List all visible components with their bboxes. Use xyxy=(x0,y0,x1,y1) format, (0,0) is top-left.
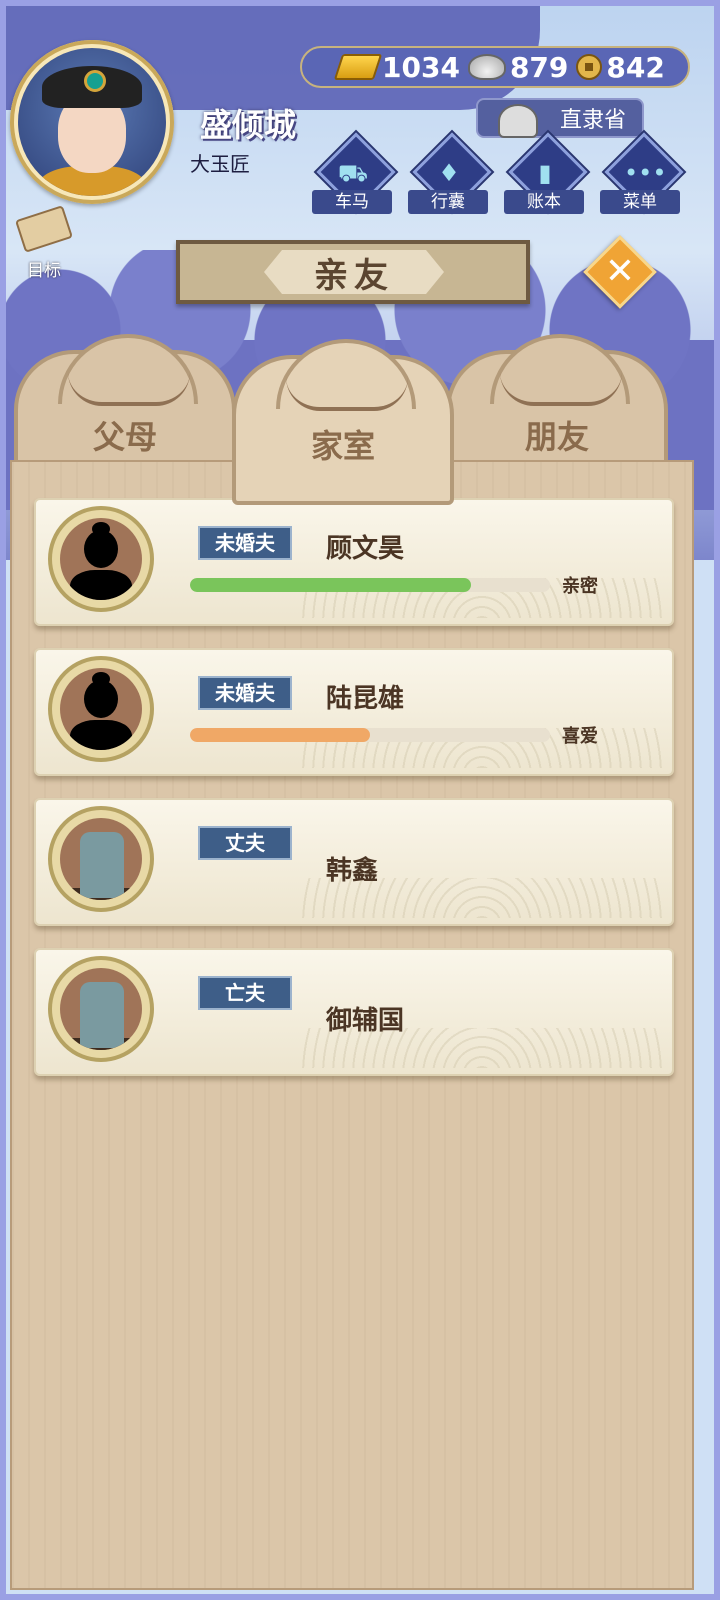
bag-button[interactable]: ♦ 行囊 xyxy=(408,132,492,218)
more-glyph: ••• xyxy=(624,159,667,187)
goal-button[interactable]: 目标 xyxy=(12,205,76,281)
relative-avatar xyxy=(48,656,154,762)
relative-avatar xyxy=(48,956,154,1062)
banner-plaque: 亲友 xyxy=(264,250,444,294)
silhouette-icon xyxy=(60,668,142,750)
relation-label: 亲密 xyxy=(562,576,598,597)
role-badge: 丈夫 xyxy=(198,826,292,860)
player-name: 盛倾城 xyxy=(200,106,297,144)
avatar-portrait xyxy=(18,48,166,196)
menu-label: 菜单 xyxy=(600,190,680,214)
relative-card[interactable]: 未婚夫 陆昆雄 喜爱 xyxy=(34,648,674,776)
silhouette-head xyxy=(84,530,118,568)
affection-bar-fill xyxy=(190,578,471,592)
gold-currency: 1034 xyxy=(333,50,460,84)
close-icon[interactable]: ✕ xyxy=(594,246,646,298)
coin-currency: 842 xyxy=(576,50,665,84)
ledger-label: 账本 xyxy=(504,190,584,214)
tomb-stone xyxy=(80,982,124,1048)
scroll-icon xyxy=(14,205,74,253)
province-button[interactable]: 直隶省 xyxy=(476,98,644,138)
cloud-scroll-icon xyxy=(500,372,622,406)
currency-bar: 1034 879 842 xyxy=(300,46,690,88)
affection-bar-fill xyxy=(190,728,370,742)
tab-parents-label: 父母 xyxy=(92,418,157,456)
relative-name: 御辅国 xyxy=(326,1006,405,1036)
relative-name: 顾文昊 xyxy=(326,534,405,564)
gold-value: 1034 xyxy=(382,50,460,84)
silver-currency: 879 xyxy=(467,50,569,84)
relative-card[interactable]: 未婚夫 顾文昊 亲密 xyxy=(34,498,674,626)
cloud-scroll-icon xyxy=(68,372,190,406)
bag-glyph: ♦ xyxy=(438,159,460,187)
silver-value: 879 xyxy=(509,50,569,84)
gold-ingot-icon xyxy=(333,54,383,80)
province-label: 直隶省 xyxy=(559,108,626,133)
relative-name: 韩鑫 xyxy=(326,856,379,886)
tab-household[interactable]: 家室 xyxy=(232,339,454,505)
role-badge: 未婚夫 xyxy=(198,526,292,560)
relation-label: 喜爱 xyxy=(562,726,598,747)
relatives-panel: 未婚夫 顾文昊 亲密 未婚夫 陆昆雄 喜爱 丈夫 韩鑫 亡夫 御辅国 xyxy=(10,460,694,1590)
role-badge: 亡夫 xyxy=(198,976,292,1010)
avatar-gem xyxy=(84,70,106,92)
affection-bar xyxy=(190,728,550,742)
copper-coin-icon xyxy=(576,54,603,80)
coin-value: 842 xyxy=(606,50,665,84)
goal-label: 目标 xyxy=(27,261,61,281)
tab-household-label: 家室 xyxy=(310,427,375,465)
player-title: 大玉匠 xyxy=(190,152,250,176)
page-title-banner: 亲友 xyxy=(176,240,530,304)
menu-button[interactable]: ••• 菜单 xyxy=(600,132,684,218)
official-hat-icon xyxy=(498,104,538,138)
carriage-button[interactable]: ⛟ 车马 xyxy=(312,132,396,218)
page-title: 亲友 xyxy=(314,255,394,296)
ledger-glyph: ▮ xyxy=(538,159,552,187)
player-avatar[interactable] xyxy=(10,40,174,204)
silhouette-icon xyxy=(60,518,142,600)
bag-label: 行囊 xyxy=(408,190,488,214)
carriage-glyph: ⛟ xyxy=(337,159,369,187)
relative-card[interactable]: 丈夫 韩鑫 xyxy=(34,798,674,926)
carriage-label: 车马 xyxy=(312,190,392,214)
affection-bar xyxy=(190,578,550,592)
silhouette-head xyxy=(84,680,118,718)
tombstone-icon xyxy=(60,968,142,1050)
menu-row: ⛟ 车马 ♦ 行囊 ▮ 账本 ••• 菜单 xyxy=(312,132,692,218)
cloud-scroll-icon xyxy=(286,377,408,411)
tombstone-icon xyxy=(60,818,142,900)
role-badge: 未婚夫 xyxy=(198,676,292,710)
silhouette-body xyxy=(70,720,132,750)
silhouette-body xyxy=(70,570,132,600)
relative-avatar xyxy=(48,806,154,912)
relative-avatar xyxy=(48,506,154,612)
relative-card[interactable]: 亡夫 御辅国 xyxy=(34,948,674,1076)
relative-name: 陆昆雄 xyxy=(326,684,405,714)
silver-ingot-icon xyxy=(467,54,506,80)
tab-friends-label: 朋友 xyxy=(524,418,589,456)
tomb-stone xyxy=(80,832,124,898)
ledger-button[interactable]: ▮ 账本 xyxy=(504,132,588,218)
